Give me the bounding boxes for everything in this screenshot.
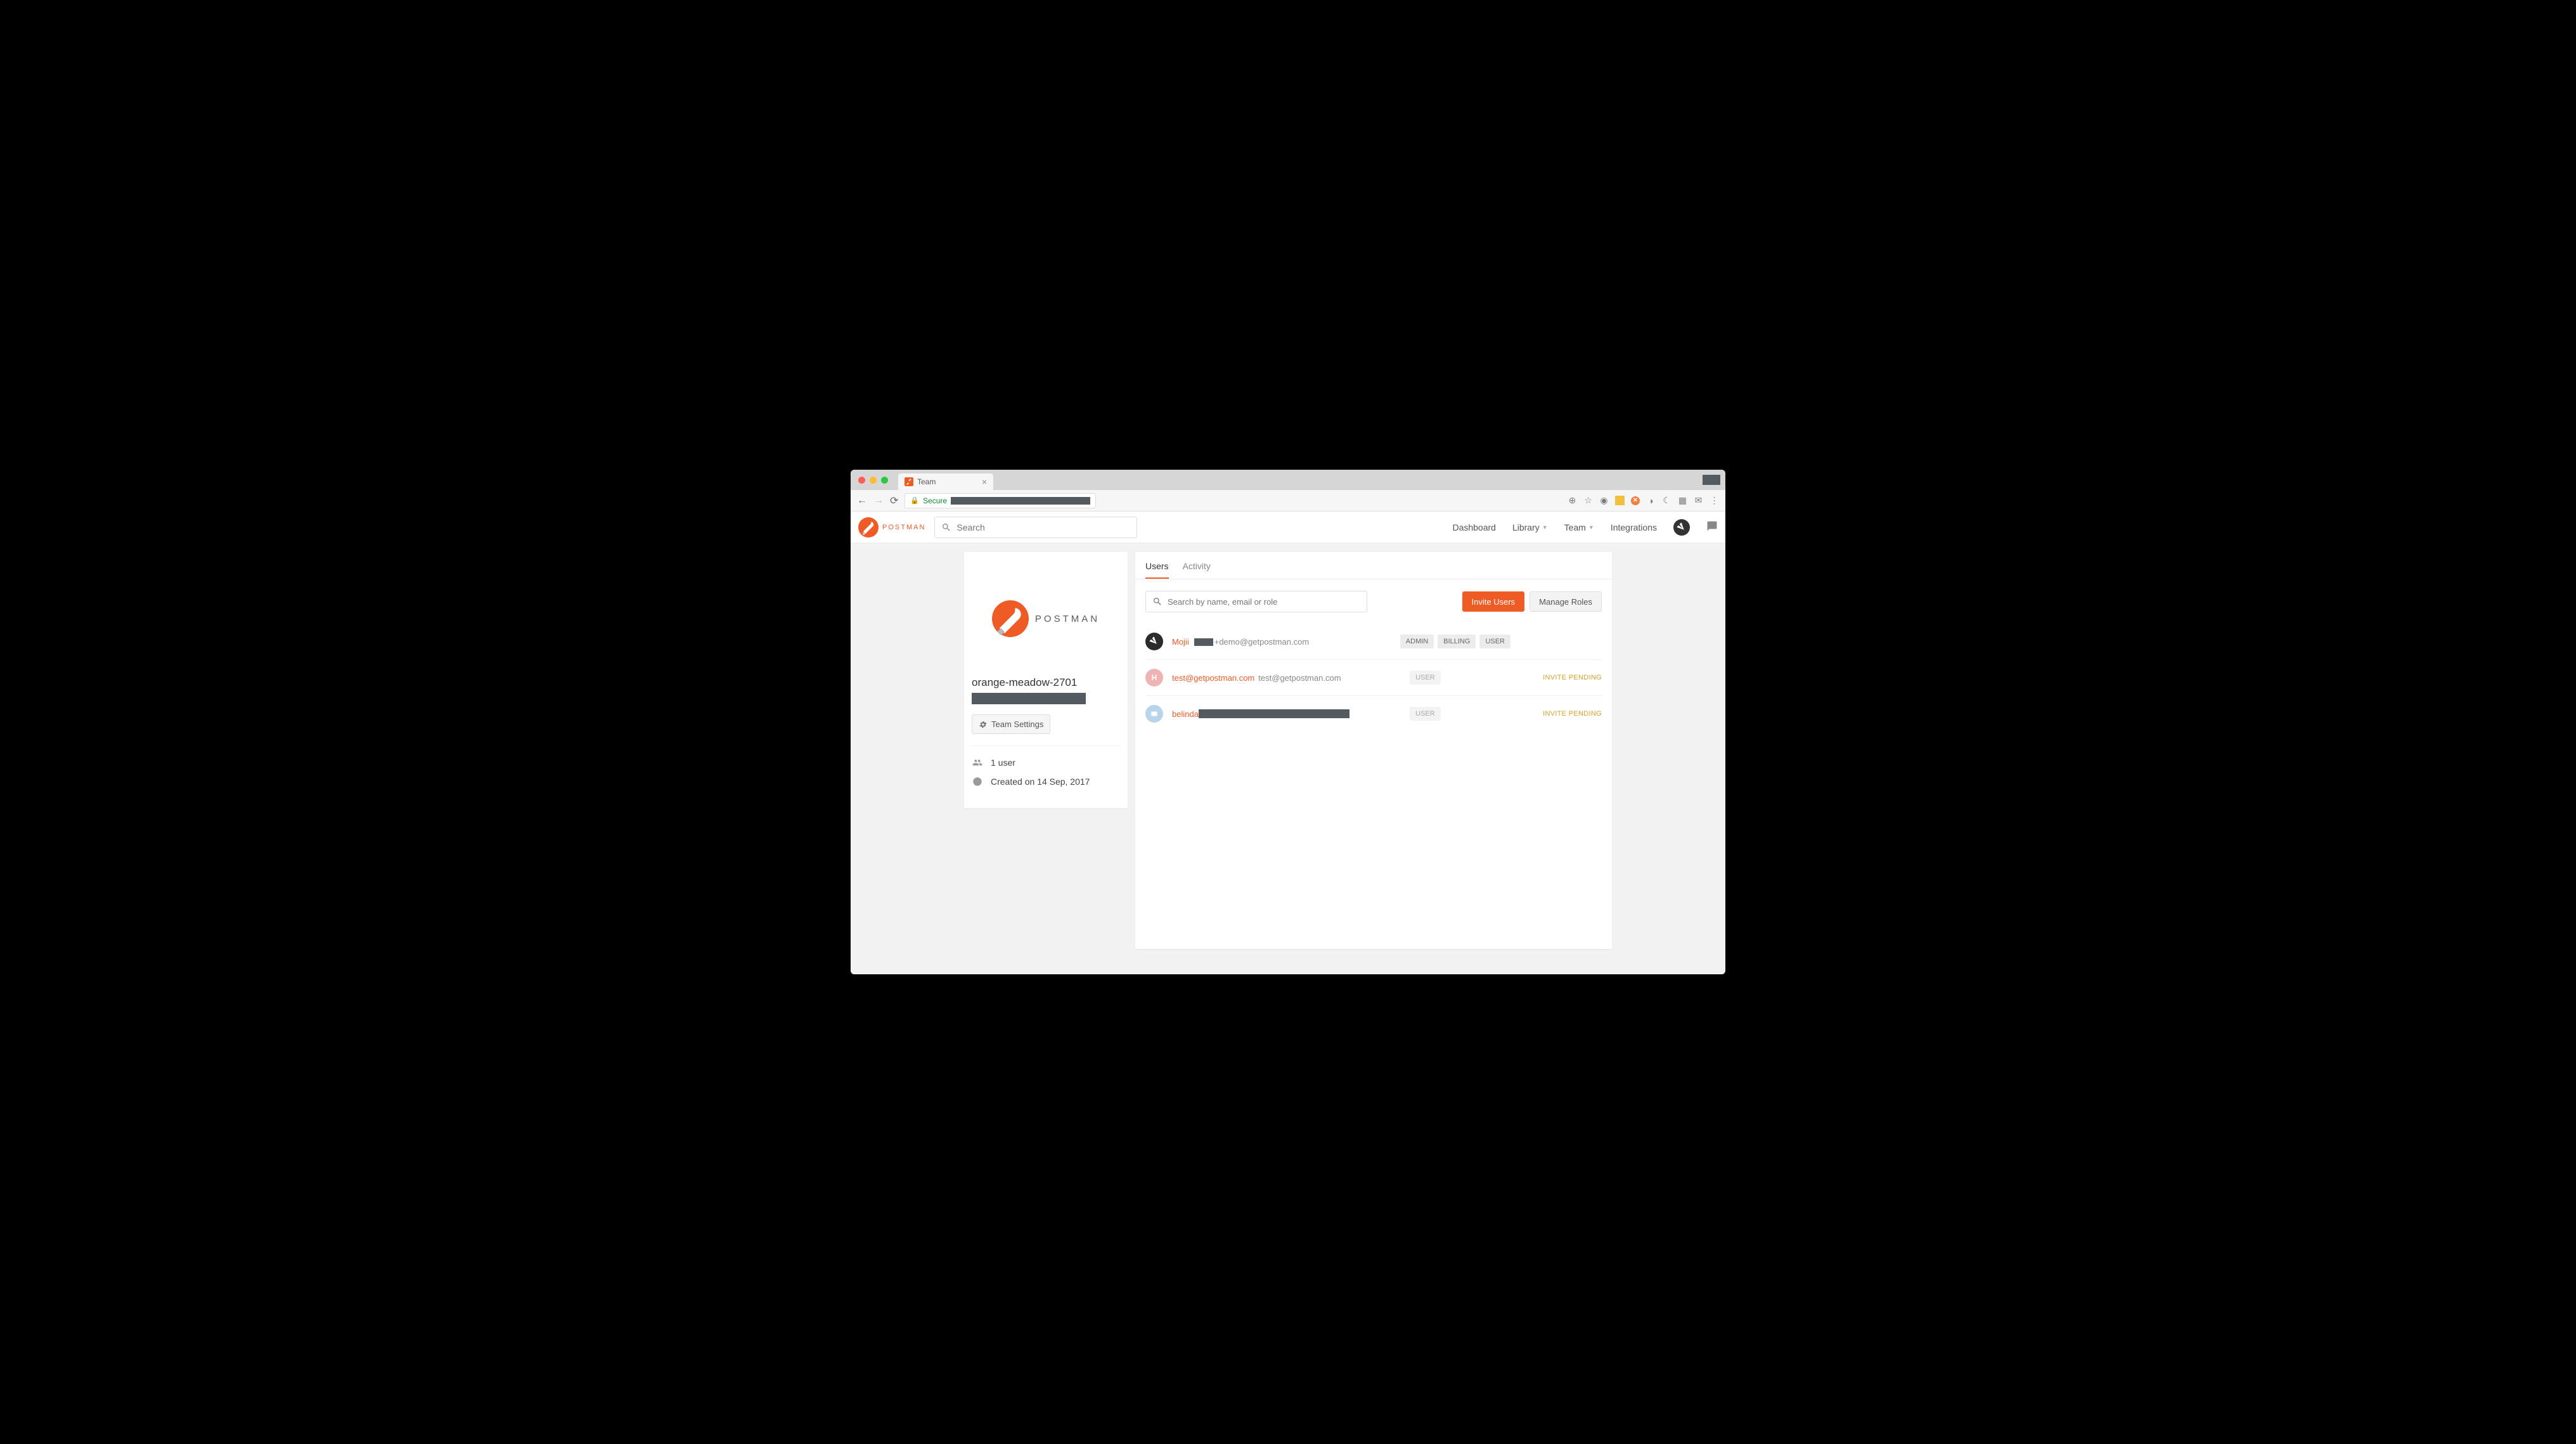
extension-icon[interactable]: ◉ bbox=[1599, 496, 1609, 505]
brand-logo[interactable]: POSTMAN bbox=[858, 517, 925, 538]
nav-integrations[interactable]: Integrations bbox=[1611, 522, 1657, 532]
reload-button[interactable]: ⟳ bbox=[890, 494, 898, 507]
extension-orange-icon[interactable]: ✕ bbox=[1631, 496, 1640, 505]
extension-icon[interactable]: ◑ bbox=[1646, 496, 1656, 505]
user-row: belinda USER INVITE PENDING bbox=[1145, 696, 1602, 732]
user-avatar-icon: H bbox=[1145, 669, 1163, 687]
user-row: H test@getpostman.com test@getpostman.co… bbox=[1145, 660, 1602, 696]
browser-address-bar: ← → ⟳ 🔒 Secure ⊕ ☆ ◉ ✕ ◑ ☾ ▦ ✉ ⋮ bbox=[851, 490, 1725, 512]
invite-pending-label: INVITE PENDING bbox=[1543, 710, 1602, 718]
search-icon bbox=[1152, 596, 1162, 607]
nav-team[interactable]: Team ▼ bbox=[1564, 522, 1594, 532]
user-avatar-icon bbox=[1145, 705, 1163, 723]
user-search-input[interactable] bbox=[1168, 597, 1360, 607]
messages-icon[interactable] bbox=[1706, 520, 1718, 534]
brand-name: POSTMAN bbox=[882, 524, 925, 531]
role-badge: USER bbox=[1410, 707, 1441, 721]
secure-label: Secure bbox=[923, 496, 947, 505]
chevron-down-icon: ▼ bbox=[1588, 524, 1594, 531]
browser-toolbar-icons: ⊕ ☆ ◉ ✕ ◑ ☾ ▦ ✉ ⋮ bbox=[1568, 496, 1719, 505]
users-toolbar: Invite Users Manage Roles bbox=[1135, 579, 1612, 624]
browser-window: Team × ← → ⟳ 🔒 Secure ⊕ ☆ ◉ ✕ ◑ ☾ ▦ ✉ ⋮ bbox=[851, 470, 1725, 974]
role-badge: BILLING bbox=[1438, 635, 1476, 648]
nav-library[interactable]: Library ▼ bbox=[1512, 522, 1548, 532]
lock-icon: 🔒 bbox=[910, 496, 919, 505]
postman-logo-icon bbox=[858, 517, 879, 538]
maximize-window-button[interactable] bbox=[881, 477, 888, 484]
role-badge: USER bbox=[1479, 635, 1510, 648]
header-nav: Dashboard Library ▼ Team ▼ Integrations bbox=[1452, 519, 1718, 536]
users-panel: Users Activity Invite Users Manage Roles bbox=[1135, 552, 1612, 949]
team-logo-text: POSTMAN bbox=[1035, 614, 1100, 624]
postman-favicon-icon bbox=[905, 477, 913, 486]
user-row: Mojii +demo@getpostman.com ADMIN BILLING… bbox=[1145, 624, 1602, 660]
panel-tabs: Users Activity bbox=[1135, 552, 1612, 579]
user-email: +demo@getpostman.com bbox=[1193, 637, 1309, 647]
app-header: POSTMAN Dashboard Library ▼ Team ▼ Integ… bbox=[851, 512, 1725, 543]
app-body: POSTMAN orange-meadow-2701 Team Settings… bbox=[851, 543, 1725, 974]
user-list: Mojii +demo@getpostman.com ADMIN BILLING… bbox=[1135, 624, 1612, 732]
user-name[interactable]: belinda bbox=[1172, 709, 1199, 719]
role-badge: ADMIN bbox=[1400, 635, 1434, 648]
team-name: orange-meadow-2701 bbox=[972, 676, 1120, 689]
user-search[interactable] bbox=[1145, 591, 1367, 612]
tab-title: Team bbox=[917, 477, 936, 486]
manage-roles-button[interactable]: Manage Roles bbox=[1530, 591, 1602, 612]
user-avatar-icon bbox=[1145, 633, 1163, 650]
user-count-row: 1 user bbox=[972, 757, 1120, 768]
team-subtitle-redacted bbox=[972, 693, 1086, 704]
team-settings-button[interactable]: Team Settings bbox=[972, 714, 1050, 734]
extension-icon[interactable]: ✉ bbox=[1694, 496, 1703, 505]
extension-icon[interactable]: ▦ bbox=[1678, 496, 1687, 505]
forward-button[interactable]: → bbox=[873, 495, 884, 506]
minimize-window-button[interactable] bbox=[870, 477, 877, 484]
postman-logo-icon bbox=[992, 600, 1029, 637]
users-icon bbox=[972, 757, 983, 768]
bookmark-icon[interactable]: ☆ bbox=[1583, 496, 1593, 505]
team-logo: POSTMAN bbox=[972, 565, 1120, 673]
user-email: test@getpostman.com bbox=[1258, 673, 1341, 683]
clock-icon bbox=[972, 777, 983, 787]
gear-icon bbox=[979, 720, 988, 729]
browser-tab[interactable]: Team × bbox=[898, 474, 993, 490]
redacted bbox=[1194, 638, 1213, 646]
window-controls bbox=[851, 470, 896, 490]
nav-dashboard[interactable]: Dashboard bbox=[1452, 522, 1496, 532]
team-sidebar: POSTMAN orange-meadow-2701 Team Settings… bbox=[964, 552, 1128, 808]
search-icon bbox=[941, 522, 951, 532]
zoom-icon[interactable]: ⊕ bbox=[1568, 496, 1577, 505]
created-label: Created on 14 Sep, 2017 bbox=[991, 777, 1090, 787]
user-count-label: 1 user bbox=[991, 757, 1015, 768]
menu-icon[interactable]: ⋮ bbox=[1710, 496, 1719, 505]
divider bbox=[972, 745, 1120, 746]
chevron-down-icon: ▼ bbox=[1542, 524, 1548, 531]
redacted bbox=[1199, 709, 1349, 718]
global-search[interactable] bbox=[934, 517, 1137, 538]
url-redacted bbox=[951, 497, 1090, 505]
close-window-button[interactable] bbox=[858, 477, 865, 484]
back-button[interactable]: ← bbox=[857, 495, 867, 506]
url-input[interactable]: 🔒 Secure bbox=[905, 493, 1096, 508]
user-avatar[interactable] bbox=[1673, 519, 1690, 536]
invite-users-button[interactable]: Invite Users bbox=[1462, 591, 1525, 612]
extension-icon[interactable]: ☾ bbox=[1662, 496, 1671, 505]
role-badge: USER bbox=[1410, 671, 1441, 685]
created-row: Created on 14 Sep, 2017 bbox=[972, 777, 1120, 787]
browser-tab-bar: Team × bbox=[851, 470, 1725, 490]
extension-yellow-icon[interactable] bbox=[1615, 496, 1625, 505]
invite-pending-label: INVITE PENDING bbox=[1543, 674, 1602, 681]
close-tab-icon[interactable]: × bbox=[982, 477, 987, 487]
tab-activity[interactable]: Activity bbox=[1183, 561, 1211, 579]
incognito-indicator bbox=[1703, 475, 1720, 485]
user-name[interactable]: test@getpostman.com bbox=[1172, 673, 1254, 683]
user-name[interactable]: Mojii bbox=[1172, 637, 1189, 647]
global-search-input[interactable] bbox=[956, 522, 1130, 532]
tab-users[interactable]: Users bbox=[1145, 561, 1169, 579]
